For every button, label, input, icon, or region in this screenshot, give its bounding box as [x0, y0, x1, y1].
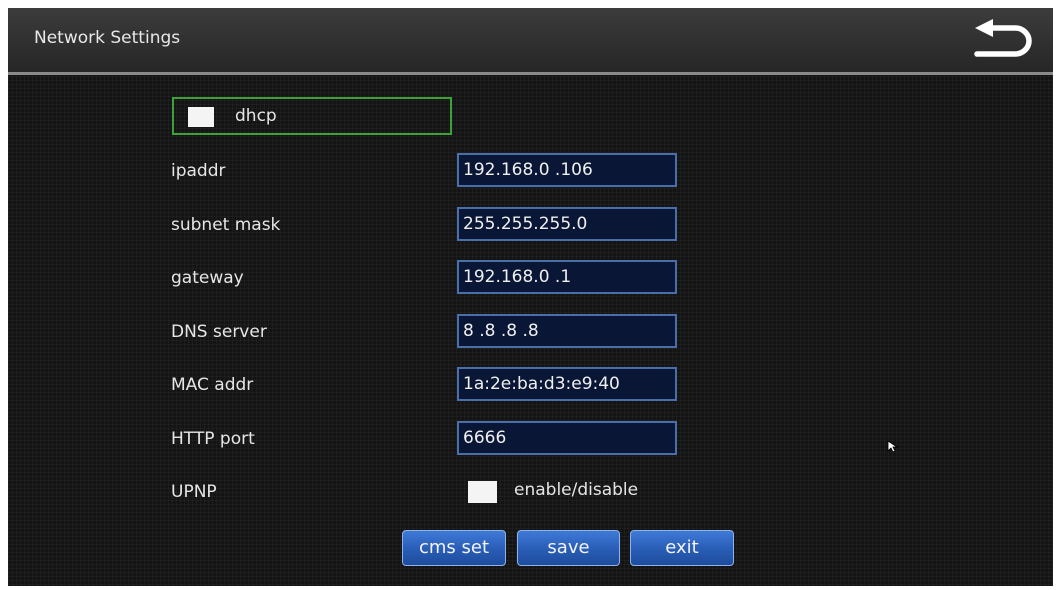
upnp-checkbox[interactable]	[468, 481, 497, 503]
page-title: Network Settings	[34, 28, 181, 48]
upnp-label: UPNP	[171, 482, 217, 502]
mac-addr-field[interactable]: 1a:2e:ba:d3:e9:40	[457, 367, 677, 401]
dhcp-checkbox[interactable]	[188, 107, 214, 127]
upnp-enable-disable-label: enable/disable	[514, 480, 639, 500]
subnet-mask-field[interactable]: 255.255.255.0	[457, 207, 677, 241]
http-port-label: HTTP port	[171, 429, 255, 449]
ipaddr-field[interactable]: 192.168.0 .106	[457, 153, 677, 187]
mouse-cursor-icon	[887, 440, 899, 453]
dhcp-toggle[interactable]: dhcp	[172, 97, 452, 135]
exit-button[interactable]: exit	[630, 530, 734, 566]
gateway-field[interactable]: 192.168.0 .1	[457, 260, 677, 294]
dns-server-label: DNS server	[171, 322, 267, 342]
cms-set-button[interactable]: cms set	[402, 530, 506, 566]
subnet-mask-label: subnet mask	[171, 215, 281, 235]
dns-server-field[interactable]: 8 .8 .8 .8	[457, 314, 677, 348]
gateway-label: gateway	[171, 268, 244, 288]
network-settings-screen: Network Settings dhcp ipaddr 192.168.0 .…	[8, 8, 1053, 586]
mac-addr-label: MAC addr	[171, 375, 254, 395]
http-port-field[interactable]: 6666	[457, 421, 677, 455]
save-button[interactable]: save	[517, 530, 620, 566]
back-button[interactable]	[963, 18, 1039, 66]
dhcp-label: dhcp	[235, 106, 277, 126]
title-bar: Network Settings	[8, 8, 1053, 75]
ipaddr-label: ipaddr	[171, 161, 226, 181]
return-arrow-icon	[974, 19, 1032, 57]
